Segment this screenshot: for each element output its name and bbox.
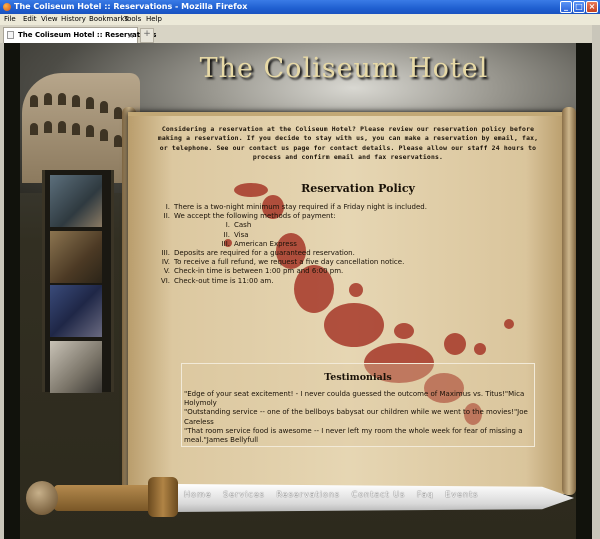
tab-bar: The Coliseum Hotel :: Reservations × + xyxy=(0,25,600,44)
minimize-button[interactable]: _ xyxy=(560,1,572,13)
list-text: American Express xyxy=(234,239,297,248)
gladiator-photo-3 xyxy=(50,285,102,337)
nav-services-link[interactable]: Services xyxy=(223,490,265,499)
window-frame-right xyxy=(592,25,600,539)
menu-file[interactable]: File xyxy=(4,14,16,25)
menu-view[interactable]: View xyxy=(41,14,58,25)
list-number: I. xyxy=(165,203,170,211)
sword-guard xyxy=(148,477,178,517)
testimonials-heading: Testimonials xyxy=(324,372,392,383)
window-title: The Coliseum Hotel :: Reservations - Moz… xyxy=(14,2,248,11)
list-number: I. xyxy=(225,221,230,230)
menu-bar: File Edit View History Bookmarks Tools H… xyxy=(0,14,600,25)
testimonial-quote: "That room service food is awesome -- I … xyxy=(184,426,523,445)
list-number: III. xyxy=(161,249,170,258)
list-number: III. xyxy=(221,239,230,248)
tab-close-icon[interactable]: × xyxy=(127,28,134,43)
list-text: To receive a full refund, we request a f… xyxy=(174,258,405,267)
policy-list: I. There is a two-night minimum stay requ… xyxy=(154,203,514,286)
menu-tools[interactable]: Tools xyxy=(124,14,141,25)
testimonials-box: Testimonials "Edge of your seat exciteme… xyxy=(181,363,535,447)
list-item: IV. To receive a full refund, we request … xyxy=(154,258,514,267)
tab-label: The Coliseum Hotel :: Reservations xyxy=(18,31,157,39)
policy-heading: Reservation Policy xyxy=(301,182,415,195)
list-number: II. xyxy=(163,212,170,221)
list-item: II. We accept the following methods of pa… xyxy=(154,212,514,221)
reservation-intro-text: Considering a reservation at the Coliseu… xyxy=(157,125,539,162)
payment-item: I. Cash xyxy=(214,221,514,230)
site-title: The Coliseum Hotel xyxy=(199,53,489,84)
payment-item: II. Visa xyxy=(214,231,514,240)
nav-reservations-link[interactable]: Reservations xyxy=(276,490,340,499)
nav-contact-link[interactable]: Contact Us xyxy=(352,490,406,499)
close-window-button[interactable]: × xyxy=(586,1,598,13)
list-text: Check-in time is between 1:00 pm and 6:0… xyxy=(174,267,344,276)
list-item: VI. Check-out time is 11:00 am. xyxy=(154,277,514,286)
testimonials-body: "Edge of your seat excitement! - I never… xyxy=(184,390,534,445)
list-number: IV. xyxy=(161,258,170,267)
menu-history[interactable]: History xyxy=(61,14,86,25)
testimonial-quote: "Edge of your seat excitement! - I never… xyxy=(184,390,525,408)
list-number: II. xyxy=(223,230,230,239)
maximize-icon: □ xyxy=(575,2,583,11)
sword-grip xyxy=(54,485,152,511)
list-text: There is a two-night minimum stay requir… xyxy=(174,203,427,211)
list-text: We accept the following methods of payme… xyxy=(174,212,336,221)
payment-item: III. American Express xyxy=(214,240,514,249)
minimize-icon: _ xyxy=(564,2,568,11)
tab-reservations[interactable]: The Coliseum Hotel :: Reservations × xyxy=(3,27,156,43)
gladiator-photo-2 xyxy=(50,231,102,283)
nav-home-link[interactable]: Home xyxy=(184,490,212,499)
sword-pommel xyxy=(26,481,58,515)
menu-bookmarks[interactable]: Bookmarks xyxy=(89,14,128,25)
scroll-roll-right xyxy=(562,107,576,495)
window-titlebar: The Coliseum Hotel :: Reservations - Moz… xyxy=(0,0,600,14)
list-number: V. xyxy=(163,267,170,276)
maximize-button[interactable]: □ xyxy=(573,1,585,13)
list-item: V. Check-in time is between 1:00 pm and 6… xyxy=(154,267,514,276)
new-tab-button[interactable]: + xyxy=(140,28,154,43)
web-page: The Coliseum Hotel Considering a reserva… xyxy=(4,43,592,539)
page-icon xyxy=(7,31,14,39)
list-number: VI. xyxy=(160,276,170,285)
menu-help[interactable]: Help xyxy=(146,14,162,25)
nav-faq-link[interactable]: Faq xyxy=(417,490,434,499)
main-nav: Home Services Reservations Contact Us Fa… xyxy=(184,490,486,502)
list-text: Cash xyxy=(234,221,252,230)
close-icon: × xyxy=(588,2,596,11)
firefox-icon xyxy=(3,3,11,11)
list-text: Check-out time is 11:00 am. xyxy=(174,276,274,285)
gladiator-photo-4 xyxy=(50,341,102,393)
list-item: III. Deposits are required for a guarante… xyxy=(154,249,514,258)
testimonial-quote: "Outstanding service -- one of the bellb… xyxy=(184,408,528,426)
list-text: Deposits are required for a guaranteed r… xyxy=(174,249,355,258)
list-text: Visa xyxy=(234,230,249,239)
gladiator-photo-1 xyxy=(50,175,102,227)
menu-edit[interactable]: Edit xyxy=(23,14,37,25)
list-item: I. There is a two-night minimum stay requ… xyxy=(154,203,514,212)
nav-events-link[interactable]: Events xyxy=(445,490,478,499)
